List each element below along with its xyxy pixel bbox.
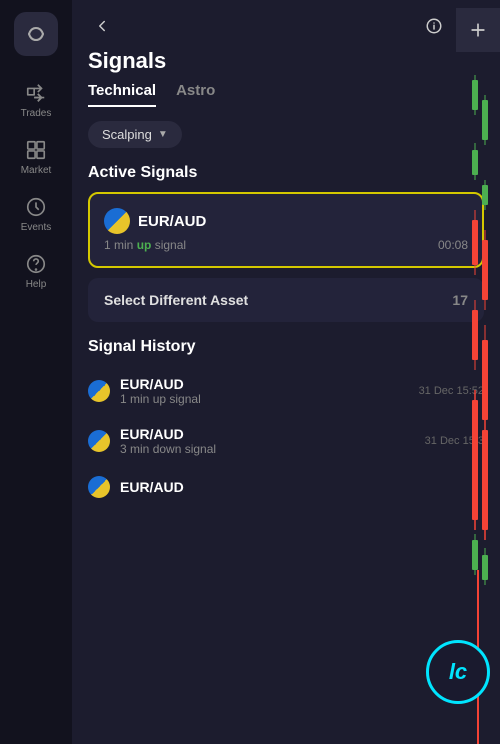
back-button[interactable] <box>88 12 116 40</box>
sidebar-trades-label: Trades <box>21 108 52 119</box>
plus-icon <box>468 20 488 40</box>
asset-count: 17 <box>452 292 468 308</box>
signal-desc-row: 1 min up signal 00:08 <box>104 238 468 252</box>
logo-watermark: lc <box>426 640 490 704</box>
active-signal-pair: EUR/AUD <box>138 213 206 230</box>
filter-row: Scalping ▼ <box>72 121 500 148</box>
history-item-2[interactable]: EUR/AUD 3 min down signal 31 Dec 15:3 <box>72 416 500 466</box>
asset-select-card[interactable]: Select Different Asset 17 <box>88 278 484 322</box>
history-pair-1: EUR/AUD <box>120 376 409 392</box>
signal-pair-row: EUR/AUD <box>104 208 468 234</box>
sidebar-item-trades[interactable]: Trades <box>0 72 72 129</box>
add-button[interactable] <box>456 8 500 52</box>
sidebar-item-events[interactable]: Events <box>0 186 72 243</box>
logo-text: lc <box>449 659 467 685</box>
active-timer: 00:08 <box>438 238 468 252</box>
chevron-down-icon: ▼ <box>158 129 168 140</box>
eur-aud-flag-h2 <box>88 430 110 452</box>
history-pair-3: EUR/AUD <box>120 479 484 495</box>
h1-suffix: signal <box>169 392 200 406</box>
info-button[interactable] <box>420 12 448 40</box>
history-item-info-1: EUR/AUD 1 min up signal <box>120 376 409 406</box>
active-suffix: signal <box>155 238 186 252</box>
active-signals-title: Active Signals <box>72 164 500 182</box>
scalping-label: Scalping <box>102 127 152 142</box>
history-pair-2: EUR/AUD <box>120 426 415 442</box>
tabs-row: Technical Astro <box>72 82 500 107</box>
history-time-2: 31 Dec 15:3 <box>425 435 484 447</box>
h1-direction: up <box>153 392 166 406</box>
h2-suffix: signal <box>185 442 216 456</box>
header <box>72 0 500 48</box>
active-signal-card[interactable]: EUR/AUD 1 min up signal 00:08 <box>88 192 484 268</box>
main-panel: Signals Technical Astro Scalping ▼ Activ… <box>72 0 500 744</box>
page-title: Signals <box>72 48 500 82</box>
asset-select-label: Select Different Asset <box>104 292 248 308</box>
eur-aud-flag-h1 <box>88 380 110 402</box>
history-desc-1: 1 min up signal <box>120 392 409 406</box>
market-icon <box>25 139 47 161</box>
sidebar-help-label: Help <box>26 279 47 290</box>
h2-direction: down <box>153 442 182 456</box>
events-icon <box>25 196 47 218</box>
info-icon <box>425 17 443 35</box>
sidebar-item-market[interactable]: Market <box>0 129 72 186</box>
back-icon <box>93 17 111 35</box>
tab-technical[interactable]: Technical <box>88 82 156 107</box>
h2-timeframe: 3 min <box>120 442 149 456</box>
signal-history-title: Signal History <box>72 338 500 356</box>
active-timeframe: 1 min <box>104 238 133 252</box>
tab-astro[interactable]: Astro <box>176 82 215 107</box>
trades-icon <box>25 82 47 104</box>
active-direction: up <box>137 238 152 252</box>
sidebar: Trades Market Events <box>0 0 72 744</box>
history-item-info-3: EUR/AUD <box>120 479 484 495</box>
eur-aud-flag-active <box>104 208 130 234</box>
history-item-1[interactable]: EUR/AUD 1 min up signal 31 Dec 15:52 <box>72 366 500 416</box>
sidebar-item-help[interactable]: Help <box>0 243 72 300</box>
sidebar-logo[interactable] <box>14 12 58 56</box>
help-icon <box>25 253 47 275</box>
logo-icon <box>24 22 48 46</box>
history-item-3[interactable]: EUR/AUD <box>72 466 500 508</box>
sidebar-events-label: Events <box>21 222 52 233</box>
sidebar-market-label: Market <box>21 165 52 176</box>
h1-timeframe: 1 min <box>120 392 149 406</box>
scalping-dropdown[interactable]: Scalping ▼ <box>88 121 182 148</box>
history-time-1: 31 Dec 15:52 <box>419 385 484 397</box>
history-desc-2: 3 min down signal <box>120 442 415 456</box>
eur-aud-flag-h3 <box>88 476 110 498</box>
active-signal-desc: 1 min up signal <box>104 238 186 252</box>
history-item-info-2: EUR/AUD 3 min down signal <box>120 426 415 456</box>
